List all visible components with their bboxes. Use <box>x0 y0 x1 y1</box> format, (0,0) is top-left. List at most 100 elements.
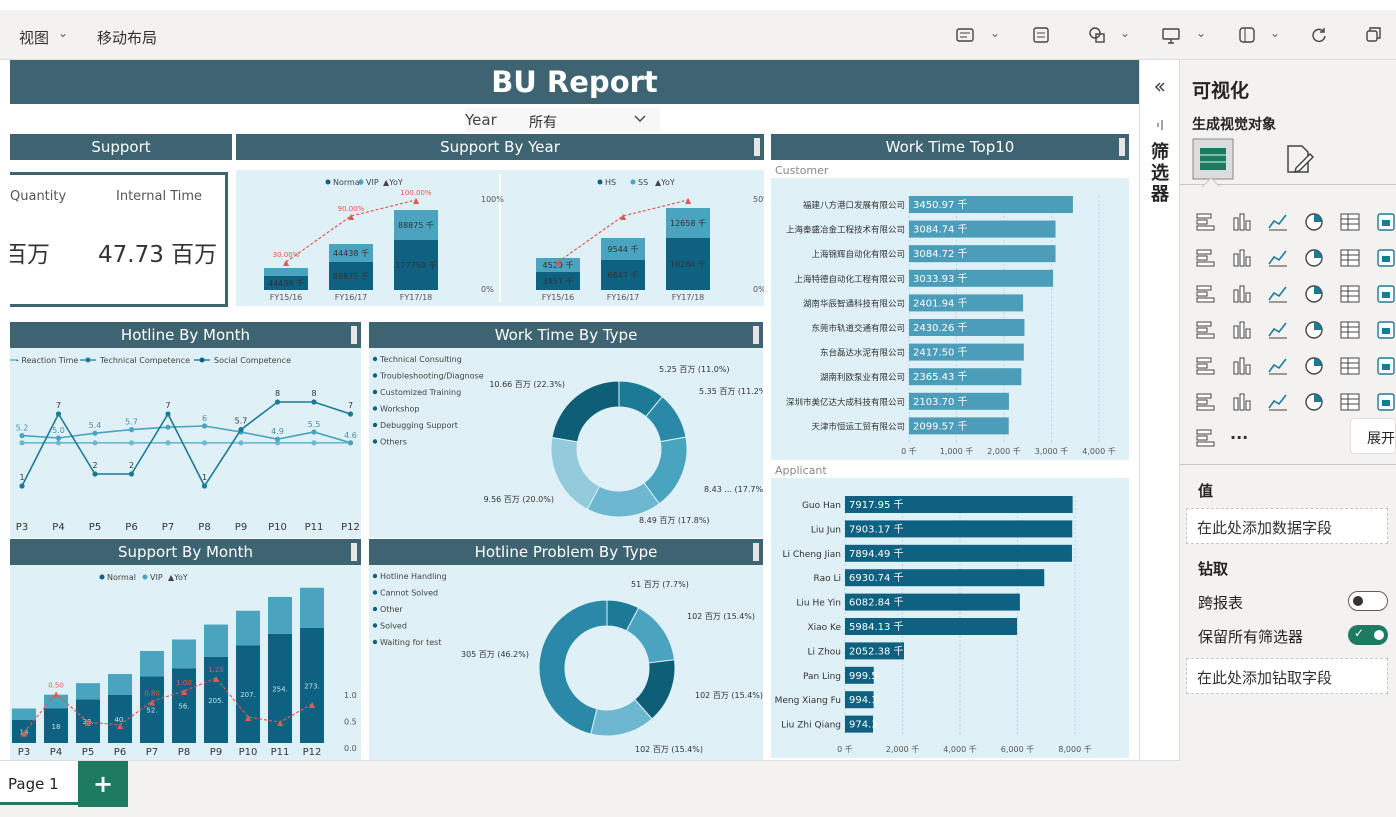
legend-label: Debugging Support <box>380 421 458 430</box>
resize-grip[interactable] <box>1119 138 1125 156</box>
present-icon[interactable] <box>1160 24 1182 46</box>
resize-grip[interactable] <box>754 138 760 156</box>
view-menu[interactable]: 视图 <box>19 27 49 48</box>
resize-grip[interactable] <box>351 326 357 344</box>
support-by-year-visual[interactable]: Normal VIP ▲YoY 100% 0% 44438 千 FY15/16 44438 千… <box>236 170 771 306</box>
shapes-icon[interactable] <box>1086 24 1108 46</box>
report-canvas: BU Report Year 所有 Support Quantity 百万 In… <box>10 60 1139 760</box>
series-a-line-point <box>238 427 244 433</box>
matrix-icon[interactable] <box>1302 354 1326 378</box>
refresh-icon[interactable] <box>1308 24 1330 46</box>
worktime-top10-header: Work Time Top10 <box>771 134 1129 160</box>
year-slicer[interactable]: Year 所有 <box>465 108 660 132</box>
decomposition-icon[interactable] <box>1338 354 1362 378</box>
category-label: P11 <box>305 522 324 533</box>
support-card[interactable]: Quantity 百万 Internal Time 47.73 百万 <box>10 172 228 307</box>
narrative-icon[interactable] <box>1374 354 1396 378</box>
card-icon[interactable] <box>1338 318 1362 342</box>
resize-grip[interactable] <box>753 326 759 344</box>
pie-icon[interactable] <box>1302 282 1326 306</box>
scatter-icon[interactable] <box>1266 282 1290 306</box>
chevron-down-icon[interactable]: ⌄ <box>1196 26 1206 40</box>
notes-icon[interactable] <box>1030 24 1052 46</box>
stacked-column-icon[interactable] <box>1302 210 1326 234</box>
bar-label: 44438 千 <box>333 248 369 258</box>
hotline-by-month-visual[interactable]: - Reaction Time Technical Competence Socia… <box>10 348 361 538</box>
area-chart-icon[interactable] <box>1230 246 1254 270</box>
line-chart-icon[interactable] <box>1194 246 1218 270</box>
ribbon-icon[interactable] <box>1374 246 1396 270</box>
chevron-down-icon[interactable] <box>633 113 647 125</box>
worktime-by-type-title: Work Time By Type <box>494 326 638 344</box>
applicant-name: Li Zhou <box>808 647 841 657</box>
waterfall-icon[interactable] <box>1194 282 1218 306</box>
line-column-icon[interactable] <box>1302 246 1326 270</box>
slicer-value[interactable]: 所有 <box>529 112 557 132</box>
build-visual-icon[interactable] <box>1192 138 1234 180</box>
stacked-bar-icon[interactable] <box>1194 210 1218 234</box>
format-visual-icon[interactable] <box>1282 142 1316 176</box>
resize-grip[interactable] <box>753 543 759 561</box>
bar-label: 88875 千 <box>398 220 434 230</box>
slicer-icon[interactable] <box>1230 354 1254 378</box>
legend-label: VIP <box>366 178 379 187</box>
collapse-left-icon[interactable] <box>1153 80 1167 94</box>
filter-pane[interactable]: 筛选器 <box>1139 60 1180 760</box>
page-tab-1[interactable]: Page 1 <box>0 761 78 805</box>
100-column-icon[interactable] <box>1374 210 1396 234</box>
support-by-month-visual[interactable]: Normal VIP ▲YoY 1.0 0.0 0.5 14 P3 18 P4 38. P5 40. P6… <box>10 565 361 760</box>
100-bar-icon[interactable] <box>1338 210 1362 234</box>
legend-label: Cannot Solved <box>380 589 438 598</box>
treemap-icon[interactable] <box>1374 282 1396 306</box>
worktime-by-type-visual[interactable]: Technical Consulting Troubleshooting/Diag… <box>369 348 770 538</box>
globe-icon[interactable] <box>1338 390 1362 414</box>
map-icon[interactable] <box>1194 318 1218 342</box>
applicant-bar-visual[interactable]: Applicant 0 千 2,000 千 4,000 千 6,000 千 8,000 千… <box>771 460 1129 758</box>
chevron-left-icon[interactable] <box>1374 390 1396 414</box>
paginated-icon[interactable] <box>1230 390 1254 414</box>
clustered-bar-icon[interactable] <box>1266 210 1290 234</box>
filter-icon[interactable] <box>1154 118 1166 132</box>
slice-label: 305 百万 (46.2%) <box>461 650 529 659</box>
azure-map-icon[interactable] <box>1266 318 1290 342</box>
donut-icon[interactable] <box>1338 282 1362 306</box>
filter-pane-label[interactable]: 筛选器 <box>1148 142 1172 205</box>
clustered-column-icon[interactable] <box>1230 210 1254 234</box>
kpi-icon[interactable] <box>1194 354 1218 378</box>
mobile-layout-button[interactable]: 移动布局 <box>97 27 157 48</box>
chevron-down-icon[interactable]: ⌄ <box>1270 26 1280 40</box>
applicant-name: Pan Ling <box>803 672 841 682</box>
legend-dot <box>630 179 636 185</box>
chevron-down-icon[interactable]: ⌄ <box>990 26 1000 40</box>
qa-icon[interactable] <box>1194 390 1218 414</box>
report-icon[interactable] <box>1302 390 1326 414</box>
hotline-problem-visual[interactable]: Hotline Handling Cannot Solved Other Solved… <box>369 565 763 760</box>
keep-filters-toggle[interactable]: ✓ <box>1348 625 1388 645</box>
data-label: 4.9 <box>271 427 284 436</box>
copy-icon[interactable] <box>1362 24 1384 46</box>
drill-well[interactable]: 在此处添加钻取字段 <box>1186 658 1388 694</box>
filled-map-icon[interactable] <box>1230 318 1254 342</box>
multirow-card-icon[interactable] <box>1374 318 1396 342</box>
category-label: FY17/18 <box>672 293 705 302</box>
add-page-button[interactable]: + <box>78 761 128 807</box>
trophy-icon[interactable] <box>1266 390 1290 414</box>
power-apps-icon[interactable] <box>1194 426 1218 450</box>
chevron-down-icon[interactable]: ⌄ <box>58 26 68 40</box>
yoy-marker: ▲ <box>277 718 284 727</box>
resize-grip[interactable] <box>351 543 357 561</box>
stacked-area-icon[interactable] <box>1266 246 1290 270</box>
table-icon[interactable] <box>1266 354 1290 378</box>
customer-bar-visual[interactable]: Customer 0 千 1,000 千 2,000 千 3,000 千 4,000 千 3… <box>771 162 1129 460</box>
gauge-icon[interactable] <box>1302 318 1326 342</box>
more-icon[interactable]: ... <box>1230 426 1254 450</box>
funnel-icon[interactable] <box>1230 282 1254 306</box>
line-clustered-icon[interactable] <box>1338 246 1362 270</box>
data-label: 6 <box>202 414 207 423</box>
values-well[interactable]: 在此处添加数据字段 <box>1186 508 1388 544</box>
axis-tick: 3,000 千 <box>1035 446 1068 456</box>
chevron-down-icon[interactable]: ⌄ <box>1120 26 1130 40</box>
textbox-icon[interactable] <box>954 24 976 46</box>
cross-report-toggle[interactable] <box>1348 591 1388 611</box>
layout-icon[interactable] <box>1236 24 1258 46</box>
